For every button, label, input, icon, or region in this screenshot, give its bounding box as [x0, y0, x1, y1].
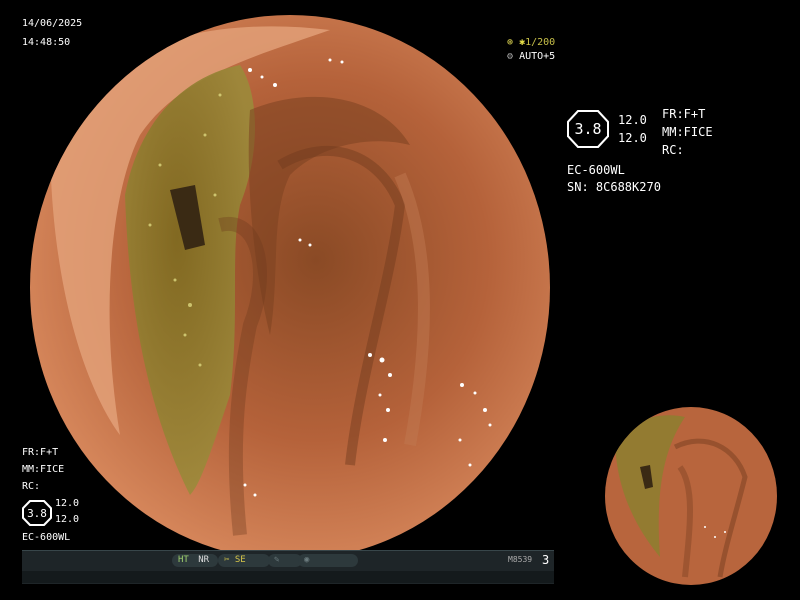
bl-scope-model-label: EC-600WL — [22, 532, 71, 543]
auto-iris-icon: ⚙ — [507, 51, 514, 62]
serial-number-label: SN: 8C688K270 — [567, 180, 661, 194]
record-indicator[interactable]: ◉ — [298, 554, 358, 567]
shutter-row: ⊛ ✱1/200 — [507, 37, 556, 48]
time-label: 14:48:50 — [22, 37, 71, 48]
bl-mm-label: MM:FICE — [22, 464, 65, 475]
bl-enhancement-value-1: 12.0 — [55, 498, 80, 509]
bl-rc-label: RC: — [22, 481, 41, 492]
status-bar-row: HT NR ✂ SE ✎ ◉ M8539 3 — [22, 551, 554, 569]
se-indicator[interactable]: ✂ SE — [218, 554, 270, 567]
status-bar-bottom-strip — [22, 571, 554, 583]
enhancement-value-2: 12.0 — [618, 131, 647, 145]
shutter-icon: ⊛ — [507, 37, 514, 48]
date-label: 14/06/2025 — [22, 18, 83, 29]
status-bar: HT NR ✂ SE ✎ ◉ M8539 3 — [22, 550, 554, 584]
endoscope-main-view — [30, 15, 550, 560]
bl-structure-indicator: 3.8 — [22, 500, 52, 526]
fr-label: FR:F+T — [662, 107, 706, 121]
record-icon: ◉ — [304, 555, 310, 565]
endoscope-thumbnail-view[interactable] — [605, 407, 777, 585]
mucosa-image — [30, 15, 550, 560]
structure-indicator: 3.8 — [567, 110, 609, 148]
scope-model-label: EC-600WL — [567, 163, 625, 177]
mode-code-label: M8539 — [508, 555, 533, 564]
scissor-icon: ✂ — [224, 555, 230, 565]
auto-row: ⚙ AUTO+5 — [507, 51, 556, 62]
mucosa-thumbnail-image — [605, 407, 777, 585]
bl-enhancement-value-2: 12.0 — [55, 514, 80, 525]
pen-icon: ✎ — [274, 555, 280, 565]
mm-label: MM:FICE — [662, 125, 713, 139]
ht-nr-indicator[interactable]: HT NR — [172, 554, 218, 567]
bl-fr-label: FR:F+T — [22, 447, 59, 458]
frame-count-label: 3 — [542, 553, 550, 567]
pen-indicator[interactable]: ✎ — [268, 554, 302, 567]
enhancement-value-1: 12.0 — [618, 113, 647, 127]
rc-label: RC: — [662, 143, 684, 157]
